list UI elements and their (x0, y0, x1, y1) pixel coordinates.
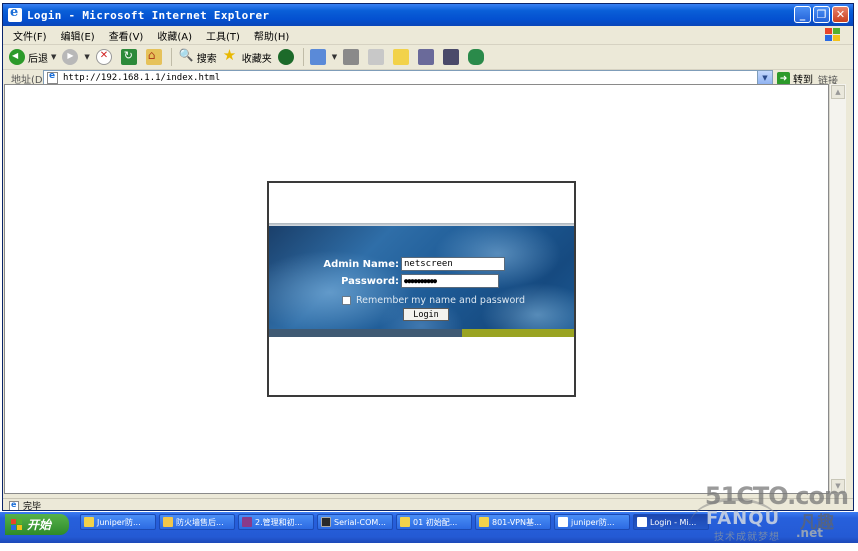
print-button[interactable] (343, 49, 362, 65)
search-icon (178, 48, 194, 65)
stop-button[interactable] (95, 49, 115, 65)
footer-stripe-olive (462, 329, 574, 337)
standard-toolbar: 后退 ▼ ▼ 搜索 收藏夹 ▼ (3, 45, 853, 70)
password-label: Password: (341, 275, 399, 287)
favorites-button[interactable]: 收藏夹 (223, 46, 272, 65)
login-banner: Admin Name: netscreen Password: ●●●●●●●●… (269, 226, 574, 337)
close-button[interactable]: ✕ (832, 6, 849, 23)
remember-row: Remember my name and password (342, 295, 525, 306)
research-icon (418, 49, 435, 65)
document-icon (84, 517, 94, 527)
window-title: Login - Microsoft Internet Explorer (27, 8, 270, 22)
start-button[interactable]: 开始 (5, 514, 69, 535)
taskbar-item[interactable]: 2.管理和初... (238, 514, 314, 530)
book-icon (443, 49, 460, 65)
chevron-down-icon[interactable]: ▼ (332, 53, 337, 61)
minimize-button[interactable]: _ (794, 6, 811, 23)
image-icon (558, 517, 568, 527)
start-label: 开始 (27, 518, 52, 532)
title-bar[interactable]: Login - Microsoft Internet Explorer _ ❐ … (3, 4, 853, 26)
menu-file[interactable]: 文件(F) (13, 28, 47, 43)
watermark-site: 51CTO.com (704, 482, 849, 510)
star-icon (223, 46, 239, 65)
edit-button[interactable] (368, 49, 387, 65)
ie-icon (637, 517, 647, 527)
menu-view[interactable]: 查看(V) (109, 28, 144, 43)
taskbar-item[interactable]: 801-VPN基... (475, 514, 551, 530)
terminal-icon (321, 517, 331, 527)
menu-favorites[interactable]: 收藏(A) (157, 28, 192, 43)
ie-icon (8, 5, 22, 22)
password-input[interactable]: ●●●●●●●●●● (401, 274, 499, 288)
password-row: Password: ●●●●●●●●●● (319, 274, 499, 288)
taskbar-item[interactable]: 01 初始配... (396, 514, 472, 530)
menu-tools[interactable]: 工具(T) (206, 28, 240, 43)
messenger-icon (468, 49, 485, 65)
search-label: 搜索 (196, 53, 217, 65)
vertical-scrollbar[interactable]: ▲ ▼ (829, 84, 846, 494)
forward-button[interactable]: ▼ (62, 49, 90, 65)
mail-icon (309, 49, 326, 65)
windows-flag-icon (11, 518, 23, 531)
back-button[interactable]: 后退 ▼ (9, 49, 56, 65)
document-icon (400, 517, 410, 527)
media-button[interactable] (277, 49, 297, 65)
reference-button[interactable] (443, 49, 462, 65)
scroll-up-button[interactable]: ▲ (831, 85, 845, 99)
forward-arrow-icon (62, 49, 79, 65)
menu-bar: 文件(F) 编辑(E) 查看(V) 收藏(A) 工具(T) 帮助(H) (3, 26, 853, 45)
back-label: 后退 (28, 53, 48, 65)
edit-icon (368, 49, 385, 65)
favorites-label: 收藏夹 (241, 53, 272, 65)
remember-label: Remember my name and password (356, 295, 526, 306)
discuss-button[interactable] (393, 49, 412, 65)
watermark-brand: FANQU (706, 508, 781, 529)
taskbar-buttons: Juniper防... 防火墙售后... 2.管理和初... Serial-CO… (80, 514, 709, 530)
taskbar-item[interactable]: 防火墙售后... (159, 514, 235, 530)
page-icon (47, 71, 58, 84)
status-text: 完毕 (23, 502, 42, 511)
login-button[interactable]: Login (403, 308, 449, 321)
taskbar-item[interactable]: juniper防... (554, 514, 630, 530)
remember-checkbox[interactable] (342, 296, 351, 305)
footer-stripe-gray (269, 329, 462, 337)
maximize-button[interactable]: ❐ (813, 6, 830, 23)
archive-icon (242, 517, 252, 527)
back-arrow-icon (9, 49, 25, 65)
window-controls: _ ❐ ✕ (794, 6, 849, 23)
research-button[interactable] (418, 49, 437, 65)
address-url[interactable]: http://192.168.1.1/index.html (63, 73, 220, 83)
chevron-down-icon[interactable]: ▼ (51, 53, 56, 61)
toolbar-separator (170, 48, 172, 66)
page-status-icon (9, 500, 19, 510)
note-icon (393, 49, 410, 65)
media-icon (277, 49, 294, 65)
admin-name-row: Admin Name: netscreen (319, 257, 505, 271)
watermark-tagline: 技术成就梦想 (714, 532, 780, 543)
printer-icon (343, 49, 360, 65)
folder-icon (163, 517, 173, 527)
watermark: 51CTO.com FANQU 凡趣 技术成就梦想 .net (690, 480, 858, 543)
taskbar-item[interactable]: Juniper防... (80, 514, 156, 530)
home-button[interactable] (145, 48, 165, 65)
stop-icon (95, 49, 112, 65)
windows-logo-icon (823, 27, 841, 42)
mail-button[interactable]: ▼ (309, 49, 337, 65)
menu-help[interactable]: 帮助(H) (254, 28, 289, 43)
toolbar-separator (302, 48, 304, 66)
menu-edit[interactable]: 编辑(E) (61, 28, 95, 43)
watermark-domain: .net (796, 526, 823, 540)
taskbar-item[interactable]: Serial-COM... (317, 514, 393, 530)
admin-name-label: Admin Name: (323, 258, 399, 270)
home-icon (145, 48, 162, 65)
address-dropdown-icon[interactable]: ▼ (757, 71, 772, 85)
search-button[interactable]: 搜索 (178, 48, 217, 65)
chevron-down-icon[interactable]: ▼ (84, 53, 89, 61)
admin-name-input[interactable]: netscreen (401, 257, 505, 271)
document-icon (479, 517, 489, 527)
refresh-button[interactable] (120, 49, 140, 65)
login-panel: Admin Name: netscreen Password: ●●●●●●●●… (267, 181, 576, 397)
messenger-button[interactable] (468, 49, 487, 65)
refresh-icon (120, 49, 137, 65)
